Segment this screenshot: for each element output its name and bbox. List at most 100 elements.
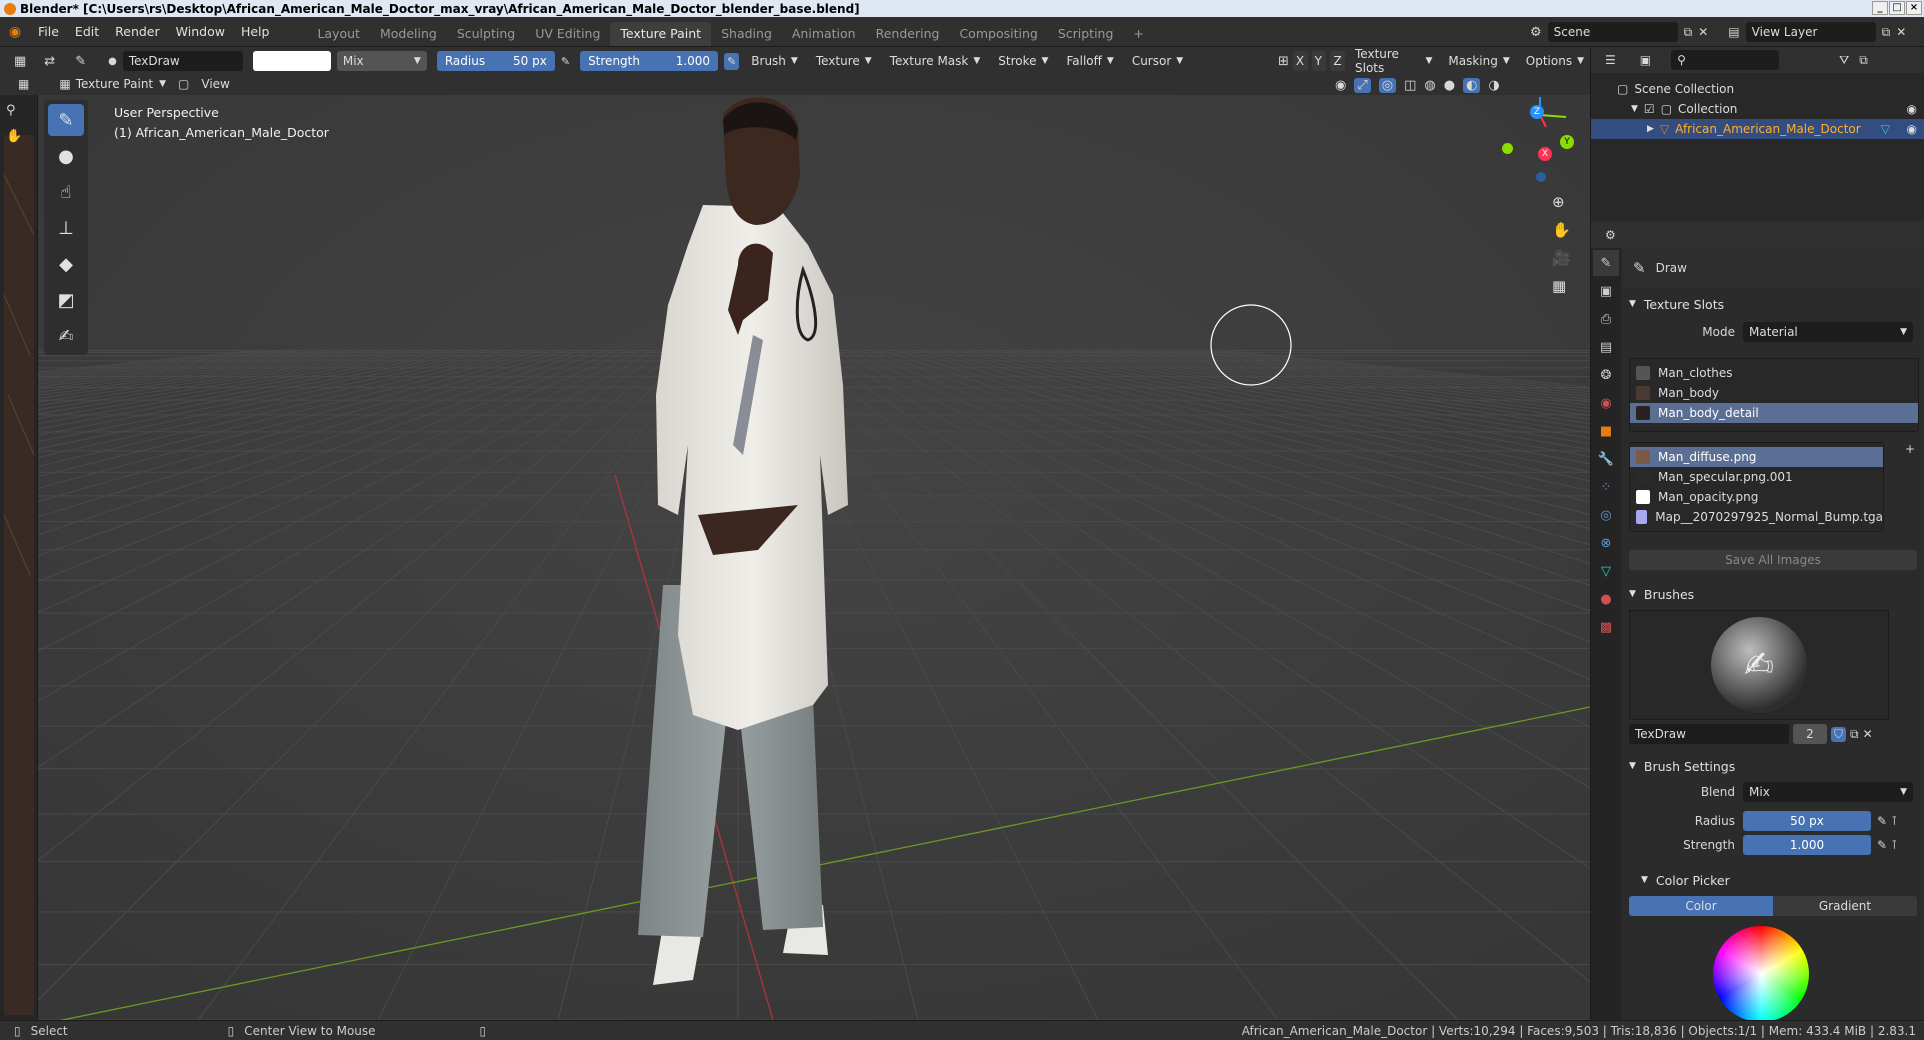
material-slot-man-clothes[interactable]: Man_clothes bbox=[1630, 363, 1918, 383]
maximize-button[interactable]: □ bbox=[1889, 1, 1905, 15]
workspace-tab-texture-paint[interactable]: Texture Paint bbox=[610, 21, 712, 46]
hand-icon[interactable]: ✋ bbox=[6, 129, 22, 144]
workspace-tab-scripting[interactable]: Scripting bbox=[1048, 22, 1124, 46]
tab-view-layer[interactable]: ▤ bbox=[1593, 334, 1619, 360]
workspace-tab-sculpting[interactable]: Sculpting bbox=[447, 22, 525, 46]
xray-icon[interactable]: ◫ bbox=[1404, 78, 1416, 93]
close-window-button[interactable]: × bbox=[1906, 1, 1922, 15]
tab-world[interactable]: ◉ bbox=[1593, 390, 1619, 416]
checkbox-icon[interactable]: ☑ bbox=[1644, 102, 1655, 116]
menu-window[interactable]: Window bbox=[168, 17, 233, 47]
paint-mask-icon[interactable]: ▢ bbox=[178, 77, 189, 91]
gradient-tab[interactable]: Gradient bbox=[1773, 896, 1917, 916]
properties-editor-icon[interactable]: ⚙ bbox=[1605, 228, 1616, 242]
outliner-row-collection[interactable]: ▼ ☑ ▢ Collection ◉ bbox=[1591, 99, 1924, 119]
brush-users-count[interactable]: 2 bbox=[1793, 724, 1827, 744]
tab-material[interactable]: ● bbox=[1593, 586, 1619, 612]
material-slot-man-body[interactable]: Man_body bbox=[1630, 383, 1918, 403]
fake-user-shield-icon[interactable]: ⛉ bbox=[1831, 726, 1847, 742]
blender-menu-icon[interactable]: ◉ bbox=[0, 24, 30, 40]
workspace-tab-rendering[interactable]: Rendering bbox=[866, 22, 950, 46]
brushes-panel-header[interactable]: ▼ Brushes bbox=[1623, 582, 1923, 606]
new-collection-icon[interactable]: ⧉ bbox=[1859, 53, 1868, 68]
brush-name-field[interactable]: TexDraw bbox=[122, 51, 243, 71]
tab-constraints[interactable]: ⊗ bbox=[1593, 530, 1619, 556]
gizmo-x-handle[interactable]: X bbox=[1538, 147, 1552, 161]
menu-stroke[interactable]: Stroke ▼ bbox=[992, 51, 1054, 71]
annotate-tool-button[interactable]: ✍ bbox=[48, 320, 84, 352]
menu-texture[interactable]: Texture ▼ bbox=[810, 51, 878, 71]
save-all-images-button[interactable]: Save All Images bbox=[1629, 550, 1917, 570]
menu-view[interactable]: View bbox=[195, 74, 235, 94]
menu-render[interactable]: Render bbox=[107, 17, 168, 47]
tab-tool[interactable]: ✎ bbox=[1593, 250, 1619, 276]
view-layer-selector[interactable]: View Layer bbox=[1745, 22, 1876, 42]
brush-preview[interactable]: ✍ bbox=[1629, 610, 1889, 720]
gizmo-y-handle[interactable]: Y bbox=[1560, 135, 1574, 149]
editor-type-small-icon[interactable]: ▦ bbox=[18, 77, 29, 91]
menu-falloff[interactable]: Falloff ▼ bbox=[1060, 51, 1119, 71]
solid-shading-icon[interactable]: ● bbox=[1444, 78, 1455, 93]
draw-tool-button[interactable]: ✎ bbox=[48, 104, 84, 136]
workspace-tab-layout[interactable]: Layout bbox=[307, 22, 370, 46]
visibility-icon[interactable]: ◉ bbox=[1335, 78, 1346, 93]
unlink-brush-icon[interactable]: ✕ bbox=[1863, 727, 1873, 741]
display-mode-icon[interactable]: ▣ bbox=[1640, 53, 1651, 67]
workspace-tab-shading[interactable]: Shading bbox=[711, 22, 782, 46]
soften-tool-button[interactable]: ● bbox=[48, 140, 84, 172]
tab-object[interactable]: ■ bbox=[1593, 418, 1619, 444]
workspace-tab-uv-editing[interactable]: UV Editing bbox=[525, 22, 610, 46]
eye-icon[interactable]: ◉ bbox=[1907, 122, 1917, 136]
rendered-shading-icon[interactable]: ◑ bbox=[1488, 78, 1499, 93]
menu-texture-slots[interactable]: Texture Slots ▼ bbox=[1349, 47, 1438, 75]
strength-pressure-icon[interactable]: ✎ bbox=[1877, 838, 1887, 852]
menu-cursor[interactable]: Cursor ▼ bbox=[1126, 51, 1189, 71]
tab-render[interactable]: ▣ bbox=[1593, 278, 1619, 304]
image-slot-specular[interactable]: Man_specular.png.001 bbox=[1630, 467, 1883, 487]
tab-data[interactable]: ▽ bbox=[1593, 558, 1619, 584]
image-slot-opacity[interactable]: Man_opacity.png bbox=[1630, 487, 1883, 507]
brush-name-input[interactable]: TexDraw bbox=[1629, 724, 1789, 744]
strength-unit-icon[interactable]: ⊺ bbox=[1891, 838, 1897, 852]
fill-tool-button[interactable]: ◆ bbox=[48, 248, 84, 280]
menu-file[interactable]: File bbox=[30, 17, 67, 47]
material-slot-man-body-detail[interactable]: Man_body_detail bbox=[1630, 403, 1918, 423]
gizmo-neg-y-handle[interactable] bbox=[1502, 143, 1513, 154]
gizmo-z-handle[interactable]: Z bbox=[1530, 105, 1544, 119]
editor-type-icon[interactable]: ▦ bbox=[14, 54, 26, 69]
overlays-icon[interactable]: ◎ bbox=[1378, 77, 1397, 93]
material-shading-icon[interactable]: ◐ bbox=[1463, 77, 1481, 93]
tab-physics[interactable]: ◎ bbox=[1593, 502, 1619, 528]
workspace-tab-compositing[interactable]: Compositing bbox=[949, 22, 1047, 46]
brush-datablock-icon[interactable]: ● bbox=[108, 56, 117, 67]
tab-modifiers[interactable]: 🔧 bbox=[1593, 446, 1619, 472]
menu-options[interactable]: Options ▼ bbox=[1520, 51, 1590, 71]
wireframe-shading-icon[interactable]: ◍ bbox=[1424, 78, 1435, 93]
outliner-row-scene-collection[interactable]: ▢ Scene Collection bbox=[1591, 79, 1924, 99]
camera-view-icon[interactable]: 🎥 bbox=[1552, 249, 1571, 267]
zoom-icon[interactable]: ⚲ bbox=[6, 103, 16, 118]
image-slot-normal-bump[interactable]: Map__2070297925_Normal_Bump.tga bbox=[1630, 507, 1883, 527]
radius-pressure-icon[interactable]: ✎ bbox=[561, 55, 570, 68]
color-picker-panel-header[interactable]: ▼ Color Picker bbox=[1623, 868, 1923, 892]
ortho-toggle-icon[interactable]: ▦ bbox=[1552, 277, 1571, 295]
mode-dropdown[interactable]: ▦ Texture Paint ▼ bbox=[53, 74, 172, 94]
3d-viewport[interactable]: User Perspective (1) African_American_Ma… bbox=[38, 95, 1590, 1020]
scene-selector[interactable]: Scene bbox=[1547, 22, 1678, 42]
brush-settings-panel-header[interactable]: ▼ Brush Settings bbox=[1623, 754, 1923, 778]
outliner-row-object[interactable]: ▶ ▽ African_American_Male_Doctor ▽ ◉ bbox=[1591, 119, 1924, 139]
tab-particles[interactable]: ⁘ bbox=[1593, 474, 1619, 500]
eye-icon[interactable]: ◉ bbox=[1907, 102, 1917, 116]
mask-tool-button[interactable]: ◩ bbox=[48, 284, 84, 316]
menu-masking[interactable]: Masking ▼ bbox=[1442, 51, 1515, 71]
color-tab[interactable]: Color bbox=[1629, 896, 1773, 916]
brush-strength-slider[interactable]: 1.000 bbox=[1743, 835, 1871, 855]
minimize-button[interactable]: _ bbox=[1872, 1, 1888, 15]
brush-blend-dropdown[interactable]: Mix ▼ bbox=[1743, 782, 1913, 802]
blend-mode-dropdown[interactable]: Mix ▼ bbox=[336, 51, 427, 71]
menu-texture-mask[interactable]: Texture Mask ▼ bbox=[884, 51, 987, 71]
tab-output[interactable]: ⎙ bbox=[1593, 306, 1619, 332]
tool-settings-icon[interactable]: ⇄ bbox=[44, 54, 55, 69]
zoom-view-icon[interactable]: ⊕ bbox=[1552, 193, 1571, 211]
radius-slider[interactable]: Radius 50 px bbox=[436, 51, 555, 71]
